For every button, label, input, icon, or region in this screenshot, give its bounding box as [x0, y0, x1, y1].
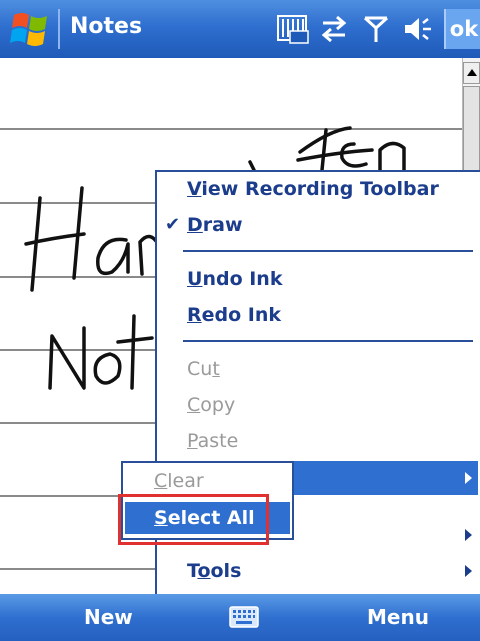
submenu-arrow-icon — [465, 565, 472, 577]
ok-button[interactable]: ok — [444, 9, 480, 49]
submenu-arrow-icon — [465, 529, 472, 541]
menu-item-paste[interactable]: Paste — [157, 424, 478, 458]
menu-item-label: Paste — [187, 430, 239, 452]
checkmark-icon: ✔ — [165, 214, 181, 235]
volume-icon[interactable] — [401, 13, 435, 45]
menu-softkey[interactable]: Menu — [367, 594, 429, 641]
signal-icon[interactable] — [359, 13, 393, 45]
menu-item-view-recording-toolbar[interactable]: View Recording Toolbar — [157, 172, 478, 206]
menu-item-cut[interactable]: Cut — [157, 352, 478, 386]
annotation-highlight — [118, 494, 269, 545]
menu-item-label: Redo Ink — [187, 304, 282, 326]
scroll-up-button[interactable] — [463, 62, 480, 84]
input-panel-icon[interactable] — [276, 13, 310, 45]
menu-item-label: View Recording Toolbar — [187, 178, 439, 200]
menu-item-label: Undo Ink — [187, 268, 283, 290]
submenu-item-clear[interactable]: Clear — [125, 465, 290, 497]
menu-item-undo-ink[interactable]: Undo Ink — [157, 262, 478, 296]
keyboard-icon[interactable] — [229, 606, 259, 628]
menu-item-label: Tools — [187, 560, 242, 582]
new-softkey[interactable]: New — [84, 594, 133, 641]
menu-separator — [183, 250, 473, 252]
start-menu-icon[interactable] — [10, 9, 52, 49]
menu-item-tools[interactable]: Tools — [157, 554, 478, 588]
submenu-item-label: Clear — [154, 470, 204, 492]
submenu-arrow-icon — [465, 472, 472, 484]
title-separator — [58, 9, 60, 49]
title-bar: Notes ok — [0, 0, 480, 58]
connectivity-icon[interactable] — [317, 13, 351, 45]
menu-item-label: Cut — [187, 358, 220, 380]
menu-item-copy[interactable]: Copy — [157, 388, 478, 422]
menu-item-draw[interactable]: ✔ Draw — [157, 208, 478, 242]
softkey-bar: New Menu — [0, 594, 480, 641]
menu-separator — [183, 340, 473, 342]
menu-item-label: Draw — [187, 214, 243, 236]
app-title: Notes — [70, 14, 143, 39]
menu-item-label: Copy — [187, 394, 236, 416]
menu-item-redo-ink[interactable]: Redo Ink — [157, 298, 478, 332]
